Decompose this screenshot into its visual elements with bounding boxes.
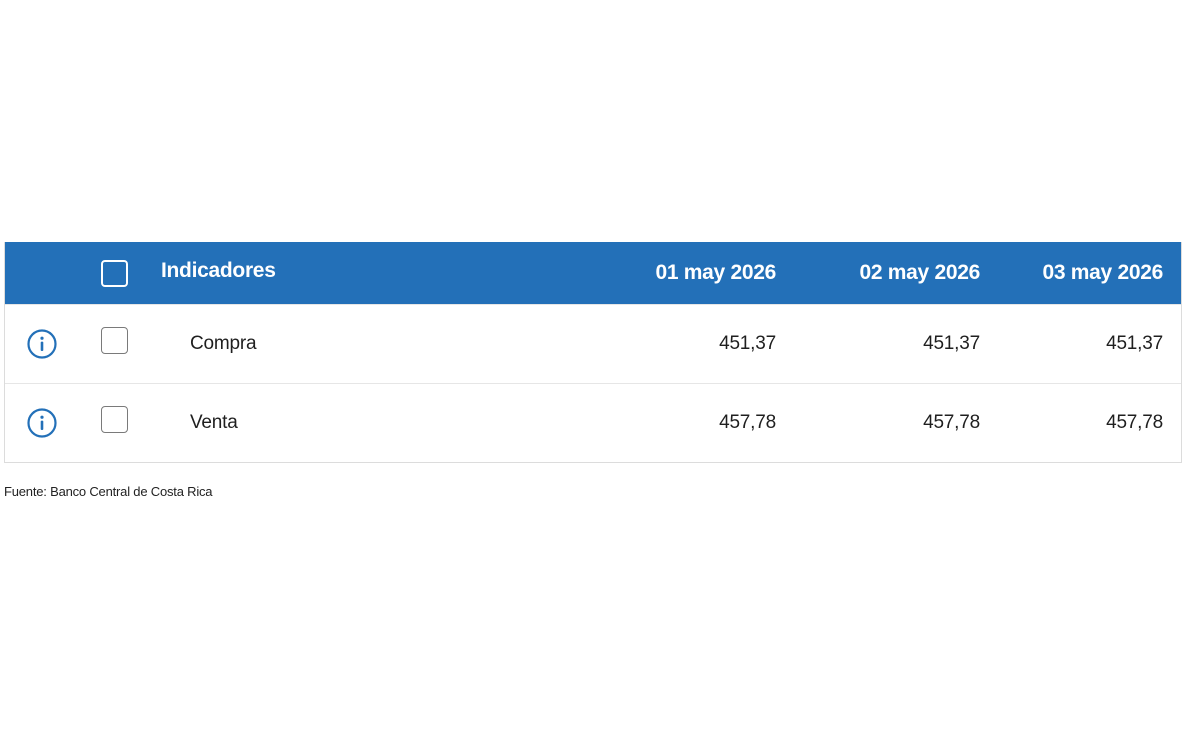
header-indicators-label[interactable]: Indicadores [161,259,276,283]
header-date-3-cell: 03 may 2026 [1043,242,1164,304]
checkbox-cell [101,384,131,462]
checkbox-cell [101,305,131,383]
value-cell: 457,78 [1106,384,1163,462]
info-icon[interactable] [25,327,59,361]
value-cell: 451,37 [1106,305,1163,383]
value-cell: 451,37 [719,305,776,383]
row-label: Venta [190,412,238,433]
label-cell: Compra [190,305,257,383]
value-date-2: 457,78 [923,412,980,433]
source-note: Fuente: Banco Central de Costa Rica [4,484,213,499]
header-date-2[interactable]: 02 may 2026 [860,261,981,285]
row-checkbox-venta[interactable] [101,405,128,433]
header-date-2-cell: 02 may 2026 [860,242,981,304]
value-cell: 451,37 [923,305,980,383]
header-date-1-cell: 01 may 2026 [656,242,777,304]
header-indicators-cell: Indicadores [161,242,276,304]
row-checkbox-compra[interactable] [101,326,128,354]
table-row-compra: Compra 451,37 451,37 451,37 [5,304,1181,383]
table-row-venta: Venta 457,78 457,78 457,78 [5,383,1181,462]
value-date-3: 451,37 [1106,333,1163,354]
header-date-1[interactable]: 01 may 2026 [656,261,777,285]
value-cell: 457,78 [923,384,980,462]
value-date-3: 457,78 [1106,412,1163,433]
header-checkbox-cell [101,242,131,304]
select-all-checkbox[interactable] [101,259,128,287]
info-cell [25,305,69,383]
table-header: Indicadores 01 may 2026 02 may 2026 03 m… [5,242,1181,304]
value-date-1: 457,78 [719,412,776,433]
header-date-3[interactable]: 03 may 2026 [1043,261,1164,285]
value-date-2: 451,37 [923,333,980,354]
label-cell: Venta [190,384,238,462]
value-cell: 457,78 [719,384,776,462]
info-icon[interactable] [25,406,59,440]
indicators-table: Indicadores 01 may 2026 02 may 2026 03 m… [4,242,1182,463]
info-cell [25,384,69,462]
row-label: Compra [190,333,257,354]
value-date-1: 451,37 [719,333,776,354]
